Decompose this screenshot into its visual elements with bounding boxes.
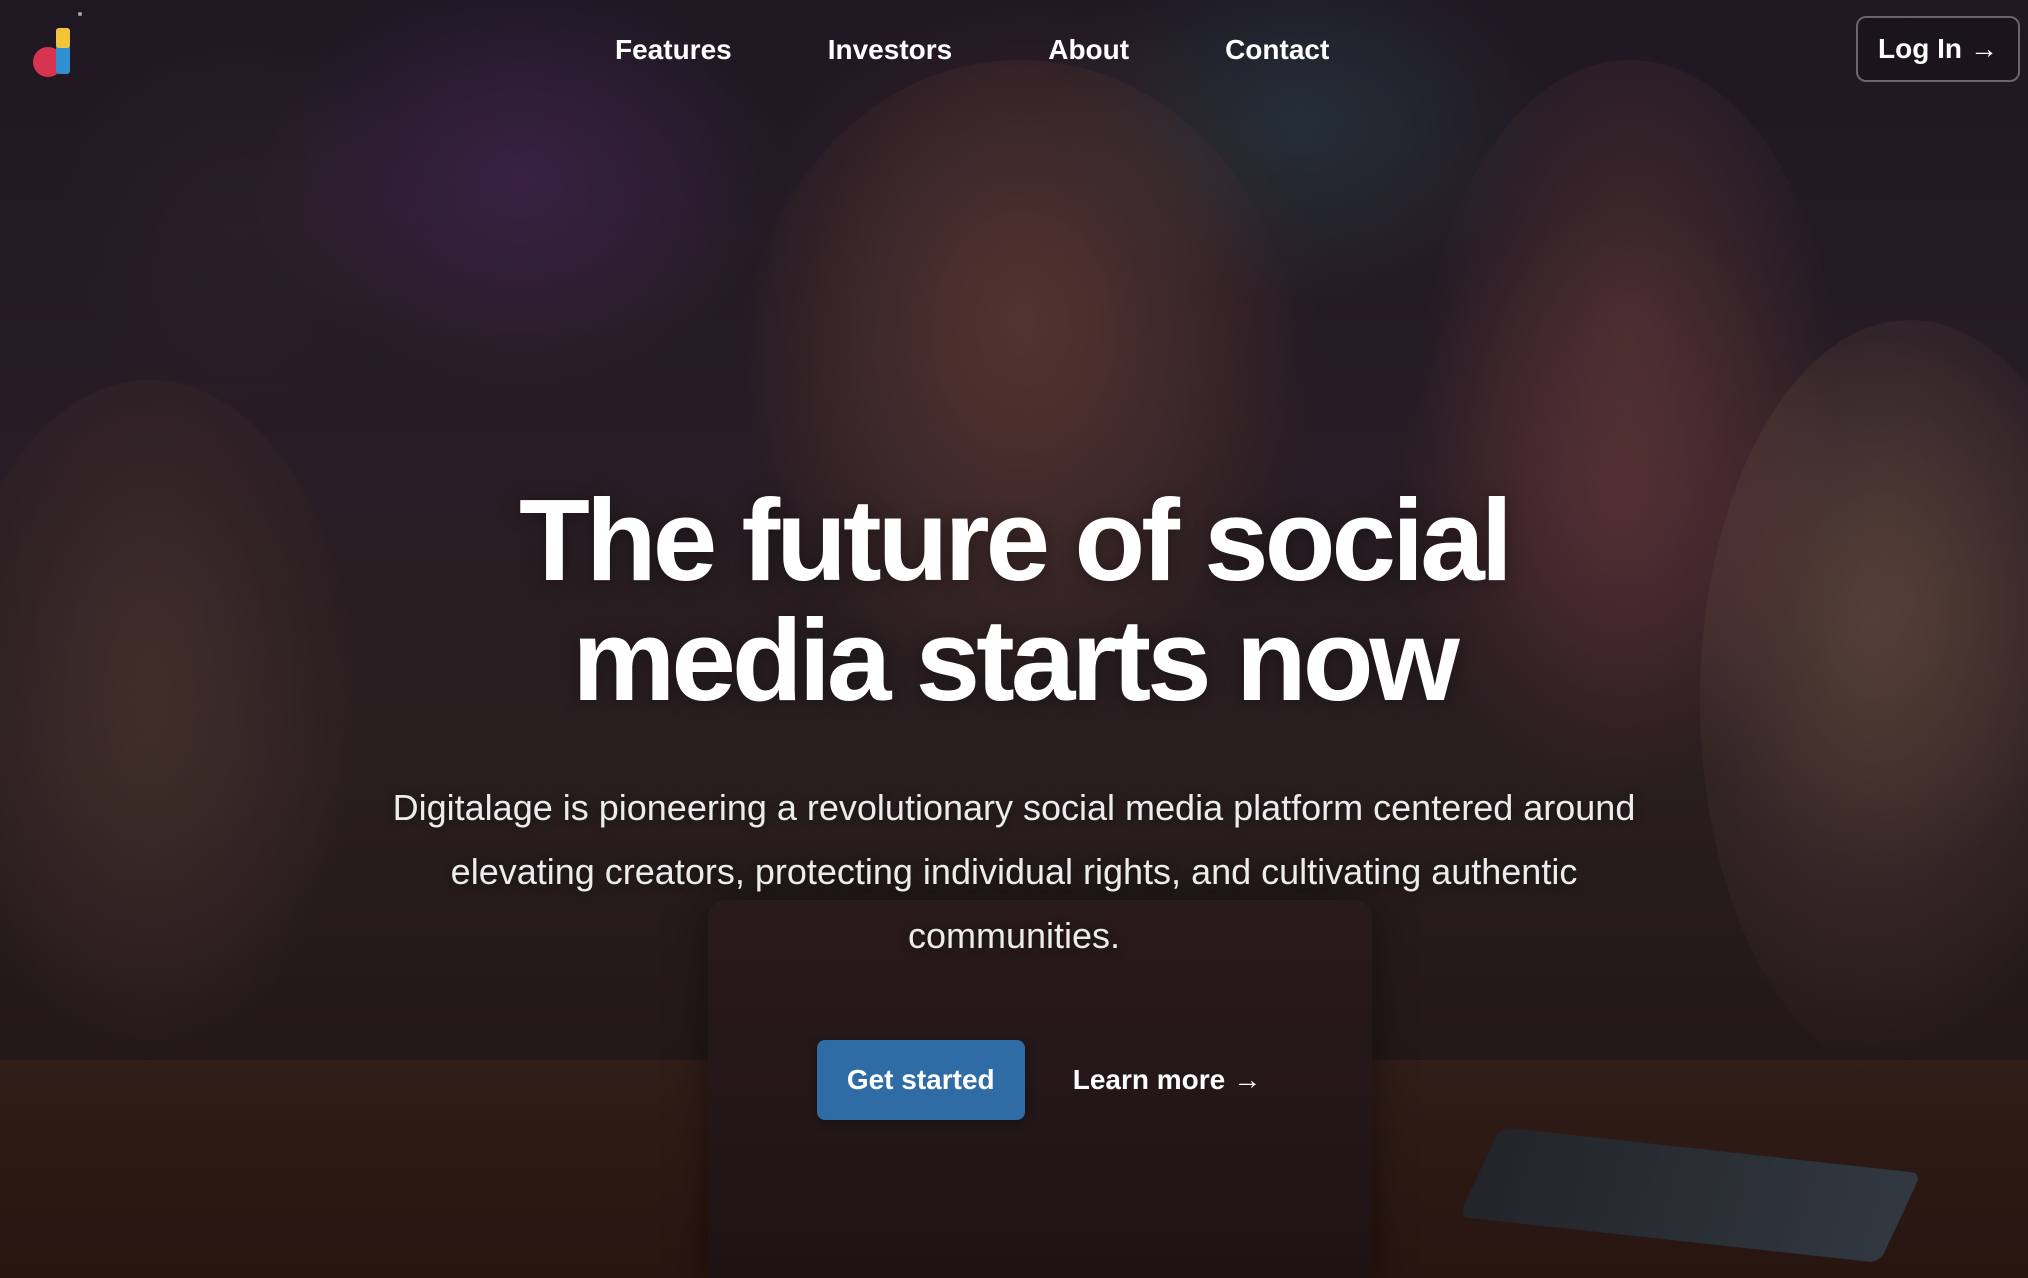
login-button-label: Log In (1878, 33, 1962, 64)
page: Features Investors About Contact Log In … (0, 0, 2028, 1278)
arrow-right-icon: → (1969, 33, 1998, 64)
hero-cta-row: Get started Learn more → (0, 1040, 2028, 1120)
nav-link-features[interactable]: Features (615, 30, 732, 70)
learn-more-label: Learn more (1072, 1064, 1226, 1095)
top-navigation: Features Investors About Contact Log In … (0, 0, 2028, 100)
hero-title-line-1: The future of social (519, 475, 1513, 605)
nav-link-about[interactable]: About (1048, 30, 1129, 70)
nav-link-contact[interactable]: Contact (1225, 30, 1329, 70)
arrow-right-icon: → (1233, 1064, 1262, 1095)
nav-links: Features Investors About Contact (615, 30, 1329, 70)
login-button[interactable]: Log In → (1856, 16, 2020, 82)
hero-title: The future of social media starts now (314, 480, 1714, 720)
hero-section: The future of social media starts now Di… (0, 480, 2028, 968)
logo-mark-icon (33, 12, 82, 77)
hero-subtitle: Digitalage is pioneering a revolutionary… (392, 787, 1636, 956)
get-started-button[interactable]: Get started (816, 1040, 1025, 1120)
digitalage-logo-icon[interactable] (30, 10, 86, 84)
hero-title-line-2: media starts now (572, 595, 1460, 725)
nav-link-investors[interactable]: Investors (828, 30, 953, 70)
learn-more-link[interactable]: Learn more → (1073, 1064, 1262, 1096)
